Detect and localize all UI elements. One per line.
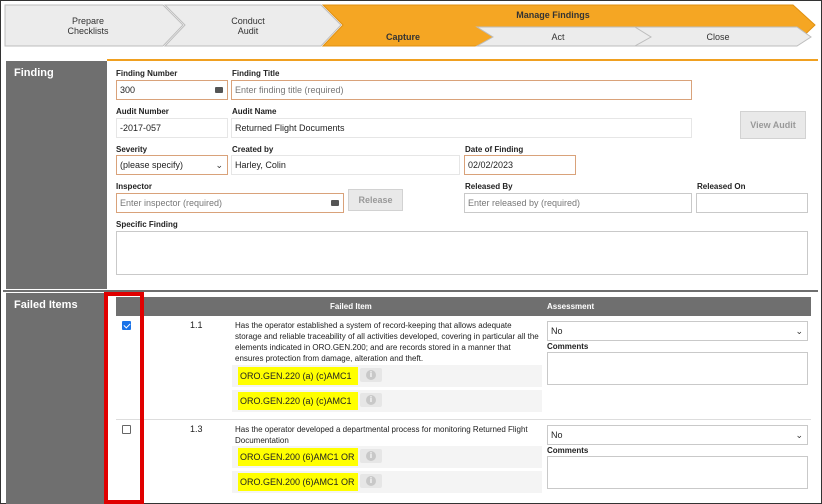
audit-number-label: Audit Number [116, 107, 169, 116]
view-audit-button[interactable]: View Audit [740, 111, 806, 139]
row-1-assessment-select[interactable]: No ⌄ [547, 321, 808, 341]
specific-finding-label: Specific Finding [116, 220, 178, 229]
created-by-field: Harley, Colin [231, 155, 460, 175]
column-assessment: Assessment [547, 302, 595, 311]
wizard-step-conduct-line2: Audit [237, 26, 259, 36]
created-by-label: Created by [232, 145, 274, 154]
row-1-reference-1: ORO.GEN.220 (a) (c)AMC1 i [232, 365, 542, 387]
audit-number-field: -2017-057 [116, 118, 228, 138]
finding-section-label: Finding [6, 61, 107, 289]
info-button[interactable]: i [360, 449, 382, 463]
inspector-placeholder: Enter inspector (required) [120, 198, 223, 208]
keyboard-icon[interactable] [215, 87, 223, 93]
wizard-step-prepare[interactable]: Prepare Checklists [43, 16, 133, 36]
severity-value: (please specify) [120, 160, 184, 170]
row-2-reference-2: ORO.GEN.200 (6)AMC1 OR i [232, 471, 542, 493]
row-1-assessment-value: No [551, 326, 563, 336]
date-of-finding-label: Date of Finding [465, 145, 524, 154]
info-button[interactable]: i [360, 393, 382, 407]
wizard-substep-close[interactable]: Close [683, 32, 753, 42]
row-2-number: 1.3 [190, 424, 203, 434]
wizard-step-manage-findings[interactable]: Manage Findings [483, 10, 623, 20]
finding-number-label: Finding Number [116, 69, 178, 78]
row-2-assessment-value: No [551, 430, 563, 440]
date-of-finding-field[interactable]: 02/02/2023 [464, 155, 576, 175]
reference-tag[interactable]: ORO.GEN.200 (6)AMC1 OR [238, 473, 358, 491]
wizard-step-conduct[interactable]: Conduct Audit [203, 16, 293, 36]
finding-title-field[interactable]: Enter finding title (required) [231, 80, 692, 100]
wizard-step-conduct-line1: Conduct [231, 16, 265, 26]
row-1-comments-textarea[interactable] [547, 352, 808, 385]
finding-title-label: Finding Title [232, 69, 280, 78]
released-on-label: Released On [697, 182, 746, 191]
chevron-down-icon: ⌄ [795, 430, 803, 440]
row-1-reference-2: ORO.GEN.220 (a) (c)AMC1 i [232, 390, 542, 412]
finding-number-value: 300 [120, 85, 136, 95]
wizard-substep-capture[interactable]: Capture [363, 32, 443, 42]
audit-name-field: Returned Flight Documents [231, 118, 692, 138]
info-button[interactable]: i [360, 474, 382, 488]
reference-tag[interactable]: ORO.GEN.220 (a) (c)AMC1 [238, 392, 358, 410]
audit-name-label: Audit Name [232, 107, 277, 116]
inspector-label: Inspector [116, 182, 153, 191]
info-button[interactable]: i [360, 368, 382, 382]
finding-number-field[interactable]: 300 [116, 80, 228, 100]
workflow-wizard: Prepare Checklists Conduct Audit Manage … [3, 3, 819, 49]
severity-label: Severity [116, 145, 148, 154]
highlight-box [104, 292, 144, 504]
reference-tag[interactable]: ORO.GEN.220 (a) (c)AMC1 [238, 367, 358, 385]
specific-finding-textarea[interactable] [116, 231, 808, 275]
wizard-step-prepare-line1: Prepare [71, 16, 105, 26]
row-1-comments-label: Comments [547, 342, 589, 351]
failed-items-table-header: Failed Item Assessment [116, 297, 811, 316]
row-2-comments-textarea[interactable] [547, 456, 808, 489]
released-by-field[interactable]: Enter released by (required) [464, 193, 692, 213]
release-button[interactable]: Release [348, 189, 403, 211]
row-2-question: Has the operator developed a departmenta… [235, 425, 528, 445]
released-on-field[interactable] [696, 193, 808, 213]
info-icon: i [366, 395, 376, 405]
row-divider [116, 419, 811, 420]
row-2-comments-label: Comments [547, 446, 589, 455]
failed-items-section-label: Failed Items [6, 293, 107, 504]
finding-header-line [107, 59, 818, 61]
chevron-down-icon: ⌄ [215, 160, 223, 170]
wizard-substep-act[interactable]: Act [523, 32, 593, 42]
info-icon: i [366, 476, 376, 486]
wizard-step-prepare-line2: Checklists [67, 26, 109, 36]
reference-tag[interactable]: ORO.GEN.200 (6)AMC1 OR [238, 448, 358, 466]
row-2-reference-1: ORO.GEN.200 (6)AMC1 OR i [232, 446, 542, 468]
released-by-label: Released By [465, 182, 513, 191]
row-2-assessment-select[interactable]: No ⌄ [547, 425, 808, 445]
info-icon: i [366, 451, 376, 461]
info-icon: i [366, 370, 376, 380]
keyboard-icon[interactable] [331, 200, 339, 206]
row-1-number: 1.1 [190, 320, 203, 330]
chevron-down-icon: ⌄ [795, 326, 803, 336]
column-failed-item: Failed Item [330, 302, 372, 311]
severity-select[interactable]: (please specify) ⌄ [116, 155, 228, 175]
row-1-question: Has the operator established a system of… [235, 321, 539, 363]
inspector-field[interactable]: Enter inspector (required) [116, 193, 344, 213]
